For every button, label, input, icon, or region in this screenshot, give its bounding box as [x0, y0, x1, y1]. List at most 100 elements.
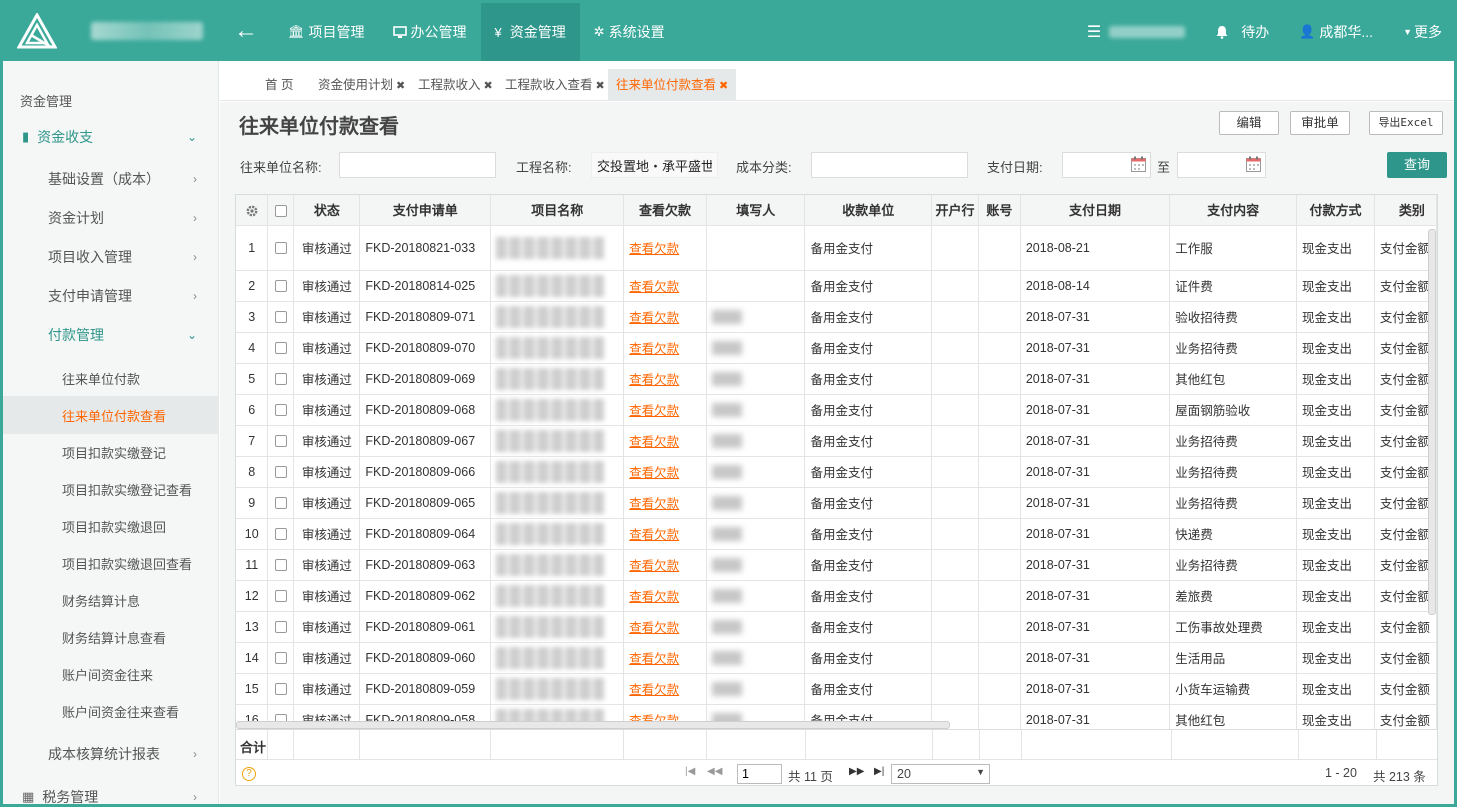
row-select-cell[interactable]: [267, 225, 295, 271]
row-select-cell[interactable]: [267, 580, 295, 612]
unit-name-input[interactable]: [339, 152, 496, 178]
nav-project-management[interactable]: 🏛 项目管理: [274, 3, 379, 61]
back-arrow-button[interactable]: ←: [233, 17, 259, 45]
view-arrears-cell[interactable]: 查看欠款: [623, 332, 707, 364]
view-arrears-link[interactable]: 查看欠款: [629, 404, 679, 418]
row-select-cell[interactable]: [267, 673, 295, 705]
view-arrears-link[interactable]: 查看欠款: [629, 683, 679, 697]
sidebar-item-inter-account-view[interactable]: 账户间资金往来查看: [3, 692, 219, 730]
user-menu[interactable]: 👤 成都华...: [1299, 22, 1373, 42]
sidebar-item-cost-report[interactable]: 成本核算统计报表 ›: [3, 735, 219, 773]
nav-office-management[interactable]: 办公管理: [379, 3, 481, 61]
row-checkbox[interactable]: [274, 652, 287, 665]
col-category[interactable]: 类别: [1374, 195, 1437, 226]
view-arrears-link[interactable]: 查看欠款: [629, 242, 679, 256]
sidebar-item-payment-request[interactable]: 支付申请管理 ›: [3, 277, 219, 315]
col-status[interactable]: 状态: [293, 195, 361, 226]
row-checkbox[interactable]: [274, 590, 287, 603]
tab-unit-payment-view[interactable]: 往来单位付款查看 ✖: [608, 69, 737, 101]
sidebar-item-deduction-refund-view[interactable]: 项目扣款实缴退回查看: [3, 544, 219, 582]
table-row[interactable]: 5 审核通过 FKD-20180809-069 查看欠款 备用金支付 2018-07-31…: [236, 363, 1437, 395]
view-arrears-link[interactable]: 查看欠款: [629, 590, 679, 604]
calendar-icon[interactable]: [1246, 156, 1261, 172]
col-payee[interactable]: 收款单位: [804, 195, 933, 226]
sidebar-item-deduction-refund[interactable]: 项目扣款实缴退回: [3, 507, 219, 545]
row-select-cell[interactable]: [267, 363, 295, 395]
view-arrears-link[interactable]: 查看欠款: [629, 528, 679, 542]
table-row[interactable]: 2 审核通过 FKD-20180814-025 查看欠款 备用金支付 2018-08-14…: [236, 270, 1437, 302]
view-arrears-cell[interactable]: 查看欠款: [623, 394, 707, 426]
table-row[interactable]: 12 审核通过 FKD-20180809-062 查看欠款 备用金支付 2018-07-3…: [236, 580, 1437, 612]
sidebar-item-unit-payment[interactable]: 往来单位付款: [3, 359, 219, 397]
close-icon[interactable]: ✖: [719, 80, 728, 92]
row-select-cell[interactable]: [267, 611, 295, 643]
view-arrears-cell[interactable]: 查看欠款: [623, 642, 707, 674]
select-all-checkbox[interactable]: [274, 204, 287, 217]
close-icon[interactable]: ✖: [396, 80, 405, 92]
view-arrears-cell[interactable]: 查看欠款: [623, 425, 707, 457]
row-checkbox[interactable]: [274, 342, 287, 355]
calendar-icon[interactable]: [1131, 156, 1146, 172]
view-arrears-link[interactable]: 查看欠款: [629, 497, 679, 511]
sidebar-item-interest-view[interactable]: 财务结算计息查看: [3, 618, 219, 656]
view-arrears-cell[interactable]: 查看欠款: [623, 456, 707, 488]
column-settings[interactable]: [236, 195, 269, 226]
sidebar-item-project-income[interactable]: 项目收入管理 ›: [3, 238, 219, 276]
view-arrears-cell[interactable]: 查看欠款: [623, 549, 707, 581]
view-arrears-cell[interactable]: 查看欠款: [623, 673, 707, 705]
view-arrears-link[interactable]: 查看欠款: [629, 466, 679, 480]
sidebar-item-unit-payment-view[interactable]: 往来单位付款查看: [3, 396, 219, 434]
sidebar-item-deduction-register-view[interactable]: 项目扣款实缴登记查看: [3, 470, 219, 508]
table-row[interactable]: 1 审核通过 FKD-20180821-033 查看欠款 备用金支付 2018-08-21…: [236, 225, 1437, 271]
view-arrears-link[interactable]: 查看欠款: [629, 559, 679, 573]
table-row[interactable]: 9 审核通过 FKD-20180809-065 查看欠款 备用金支付 2018-07-31…: [236, 487, 1437, 519]
row-select-cell[interactable]: [267, 518, 295, 550]
col-request-no[interactable]: 支付申请单: [359, 195, 492, 226]
row-checkbox[interactable]: [274, 683, 287, 696]
view-arrears-link[interactable]: 查看欠款: [629, 652, 679, 666]
last-page-icon[interactable]: ▶|: [874, 766, 884, 777]
row-checkbox[interactable]: [274, 435, 287, 448]
export-excel-button[interactable]: 导出Excel: [1369, 111, 1443, 135]
table-row[interactable]: 7 审核通过 FKD-20180809-067 查看欠款 备用金支付 2018-07-31…: [236, 425, 1437, 457]
view-arrears-cell[interactable]: 查看欠款: [623, 487, 707, 519]
tab-project-income[interactable]: 工程款收入 ✖: [418, 69, 493, 101]
col-account[interactable]: 账号: [978, 195, 1021, 226]
row-checkbox[interactable]: [274, 621, 287, 634]
tab-fund-plan[interactable]: 资金使用计划 ✖: [318, 69, 405, 101]
view-arrears-link[interactable]: 查看欠款: [629, 280, 679, 294]
table-row[interactable]: 3 审核通过 FKD-20180809-071 查看欠款 备用金支付 2018-07-31…: [236, 301, 1437, 333]
table-row[interactable]: 6 审核通过 FKD-20180809-068 查看欠款 备用金支付 2018-07-31…: [236, 394, 1437, 426]
row-checkbox[interactable]: [274, 559, 287, 572]
col-pay-content[interactable]: 支付内容: [1169, 195, 1298, 226]
view-arrears-cell[interactable]: 查看欠款: [623, 611, 707, 643]
row-select-cell[interactable]: [267, 487, 295, 519]
sidebar-item-fund-plan[interactable]: 资金计划 ›: [3, 199, 219, 237]
sidebar-item-basic-settings[interactable]: 基础设置（成本） ›: [3, 160, 219, 198]
horizontal-scrollbar[interactable]: [236, 721, 950, 729]
sidebar-item-payment-management[interactable]: 付款管理 ⌄: [3, 316, 219, 354]
nav-fund-management[interactable]: ¥ 资金管理: [480, 3, 580, 61]
first-page-icon[interactable]: |◀: [685, 766, 695, 777]
view-arrears-link[interactable]: 查看欠款: [629, 435, 679, 449]
row-select-cell[interactable]: [267, 425, 295, 457]
view-arrears-cell[interactable]: 查看欠款: [623, 270, 707, 302]
row-checkbox[interactable]: [274, 497, 287, 510]
view-arrears-cell[interactable]: 查看欠款: [623, 301, 707, 333]
table-row[interactable]: 11 审核通过 FKD-20180809-063 查看欠款 备用金支付 2018-07-3…: [236, 549, 1437, 581]
next-page-icon[interactable]: ▶▶: [849, 766, 864, 777]
table-row[interactable]: 14 审核通过 FKD-20180809-060 查看欠款 备用金支付 2018-07-3…: [236, 642, 1437, 674]
view-arrears-link[interactable]: 查看欠款: [629, 621, 679, 635]
col-filler[interactable]: 填写人: [706, 195, 806, 226]
tab-home[interactable]: 首 页: [265, 69, 293, 101]
row-checkbox[interactable]: [274, 311, 287, 324]
row-select-cell[interactable]: [267, 270, 295, 302]
page-size-select[interactable]: 20 ▼: [891, 764, 990, 784]
view-arrears-cell[interactable]: 查看欠款: [623, 225, 707, 271]
sidebar-item-inter-account[interactable]: 账户间资金往来: [3, 655, 219, 693]
more-menu[interactable]: ▼ 更多: [1403, 22, 1442, 42]
nav-system-settings[interactable]: ✲ 系统设置: [580, 3, 679, 61]
table-row[interactable]: 10 审核通过 FKD-20180809-064 查看欠款 备用金支付 2018-07-3…: [236, 518, 1437, 550]
cost-category-input[interactable]: [811, 152, 968, 178]
view-arrears-cell[interactable]: 查看欠款: [623, 518, 707, 550]
